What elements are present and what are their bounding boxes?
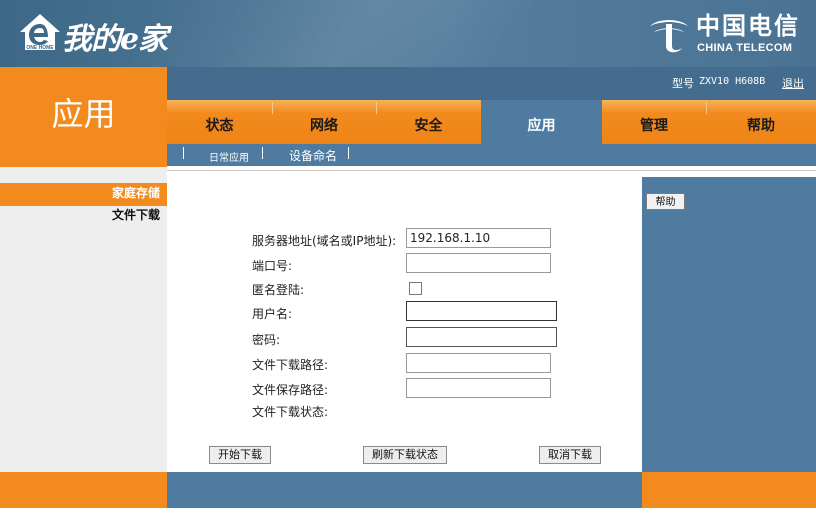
port-label: 端口号:	[252, 259, 293, 273]
tab-network[interactable]: 网络	[272, 100, 376, 144]
logo-house-text: ONE HOME	[26, 45, 54, 51]
anonymous-login-checkbox[interactable]	[409, 282, 422, 295]
subnav-daily-apps[interactable]: 日常应用	[209, 149, 249, 164]
username-label: 用户名:	[252, 307, 293, 321]
username-input[interactable]	[406, 301, 557, 321]
model-label: 型号	[672, 77, 694, 90]
logo-text: 我的e家	[62, 22, 168, 57]
brand-name-en: CHINA TELECOM	[697, 42, 793, 54]
password-label: 密码:	[252, 333, 281, 347]
sub-navigation	[167, 144, 816, 166]
save-path-input[interactable]	[406, 378, 551, 398]
start-download-button[interactable]: 开始下载	[209, 446, 271, 464]
server-address-label: 服务器地址(域名或IP地址):	[252, 234, 397, 248]
server-address-input[interactable]	[406, 228, 551, 248]
anonymous-login-label: 匿名登陆:	[252, 283, 305, 297]
subnav-device-naming[interactable]: 设备命名	[289, 147, 337, 164]
tab-management[interactable]: 管理	[602, 100, 706, 144]
model-value: ZXV10 H608B	[699, 76, 766, 87]
refresh-status-button[interactable]: 刷新下载状态	[363, 446, 447, 464]
left-nav-file-download[interactable]: 文件下载	[0, 206, 160, 224]
port-input[interactable]	[406, 253, 551, 273]
left-nav-home-storage[interactable]: 家庭存储	[0, 183, 160, 203]
section-title: 应用	[51, 95, 116, 133]
logout-link[interactable]: 退出	[782, 75, 804, 91]
download-status-label: 文件下载状态:	[252, 405, 329, 419]
help-button[interactable]: 帮助	[646, 193, 685, 210]
china-telecom-logo-icon	[650, 20, 688, 53]
tab-status[interactable]: 状态	[167, 100, 272, 144]
tab-application[interactable]: 应用	[481, 100, 602, 144]
help-panel	[642, 177, 816, 472]
save-path-label: 文件保存路径:	[252, 383, 329, 397]
brand-name-cn: 中国电信	[696, 11, 800, 40]
download-path-label: 文件下载路径:	[252, 358, 329, 372]
download-path-input[interactable]	[406, 353, 551, 373]
password-input[interactable]	[406, 327, 557, 347]
tab-security[interactable]: 安全	[376, 100, 481, 144]
footer-right	[642, 472, 816, 508]
divider	[167, 170, 816, 171]
footer-middle	[167, 472, 642, 508]
footer-left	[0, 472, 167, 508]
cancel-download-button[interactable]: 取消下载	[539, 446, 601, 464]
main-content	[167, 167, 642, 472]
tab-help[interactable]: 帮助	[706, 100, 816, 144]
home-logo-icon: ONE HOME	[20, 14, 60, 51]
